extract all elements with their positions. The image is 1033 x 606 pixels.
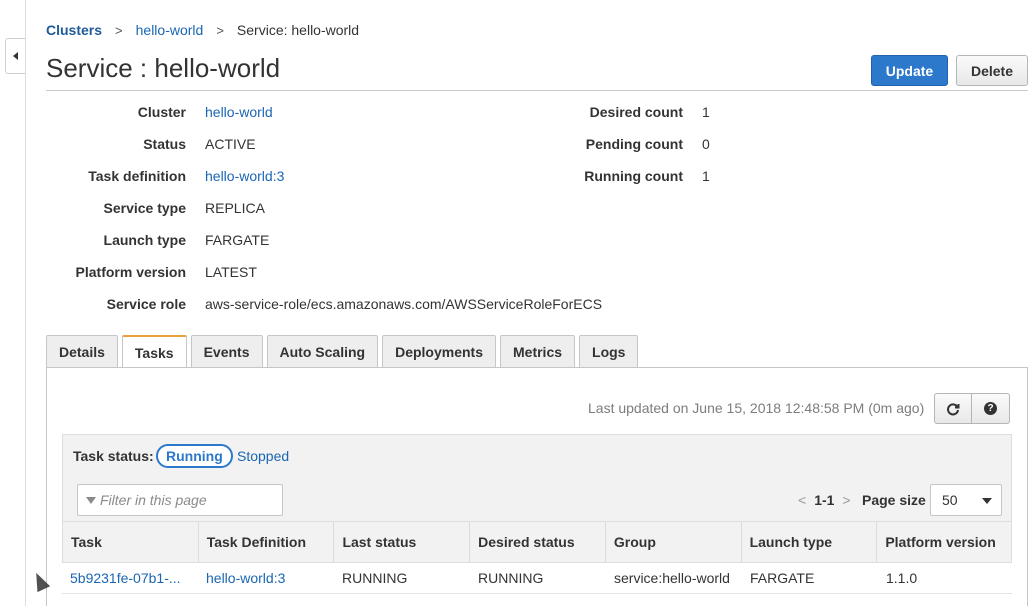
summary-platform-version: Platform version LATEST — [0, 262, 257, 282]
summary-key: Task definition — [88, 168, 186, 184]
filter-placeholder: Filter in this page — [100, 492, 207, 508]
summary-value: 1 — [702, 168, 710, 184]
delete-button[interactable]: Delete — [956, 55, 1028, 86]
column-header-task-definition[interactable]: Task Definition — [199, 522, 335, 562]
tab-details[interactable]: Details — [46, 335, 118, 368]
table-row: 5b9231fe-07b1-... hello-world:3 RUNNING … — [62, 563, 1012, 594]
tab-auto-scaling[interactable]: Auto Scaling — [266, 335, 379, 368]
breadcrumb-separator-icon: > — [115, 22, 123, 38]
summary-service-role: Service role aws-service-role/ecs.amazon… — [0, 294, 602, 314]
tab-tasks[interactable]: Tasks — [121, 335, 187, 369]
collapse-sidebar-button[interactable] — [5, 38, 25, 74]
page-size-value: 50 — [942, 492, 958, 508]
running-filter-pill[interactable]: Running — [156, 444, 233, 468]
column-header-launch-type[interactable]: Launch type — [742, 522, 878, 562]
row-task-definition-link[interactable]: hello-world:3 — [198, 563, 334, 593]
cluster-link[interactable]: hello-world — [205, 104, 273, 120]
filter-input[interactable]: Filter in this page — [77, 484, 283, 516]
page-size-select[interactable]: 50 — [930, 484, 1002, 516]
help-icon: ? — [984, 402, 997, 415]
cell-desired-status: RUNNING — [478, 570, 544, 586]
column-header-platform-version[interactable]: Platform version — [877, 522, 1011, 562]
task-definition-link[interactable]: hello-world:3 — [205, 168, 284, 184]
summary-cluster: Cluster hello-world — [0, 102, 273, 122]
summary-value: REPLICA — [205, 200, 265, 216]
breadcrumb-current: Service: hello-world — [236, 22, 360, 38]
summary-value: 1 — [702, 104, 710, 120]
summary-key: Platform version — [75, 264, 186, 280]
summary-desired-count: Desired count 1 — [543, 102, 710, 122]
title-divider — [46, 90, 1028, 91]
chevron-down-icon — [982, 498, 992, 504]
next-page-icon[interactable]: > — [842, 492, 850, 508]
refresh-button[interactable] — [934, 393, 972, 424]
column-header-last-status[interactable]: Last status — [334, 522, 471, 562]
summary-value: 0 — [702, 136, 710, 152]
summary-key: Service role — [106, 296, 186, 312]
last-updated-text: Last updated on June 15, 2018 12:48:58 P… — [588, 400, 925, 416]
tab-logs[interactable]: Logs — [579, 335, 639, 368]
page-range: 1-1 — [814, 492, 835, 508]
summary-value: FARGATE — [205, 232, 270, 248]
summary-key: Pending count — [585, 136, 683, 152]
tab-bar: Details Tasks Events Auto Scaling Deploy… — [46, 335, 642, 369]
breadcrumb: Clusters > hello-world > Service: hello-… — [46, 22, 359, 38]
tab-events[interactable]: Events — [190, 335, 263, 368]
summary-pending-count: Pending count 0 — [543, 134, 710, 154]
task-status-label: Task status: — [73, 448, 154, 464]
cell-platform-version: 1.1.0 — [886, 570, 918, 586]
column-header-desired-status[interactable]: Desired status — [470, 522, 606, 562]
prev-page-icon[interactable]: < — [798, 492, 806, 508]
filter-icon — [86, 496, 96, 504]
cell-launch-type: FARGATE — [750, 570, 815, 586]
summary-launch-type: Launch type FARGATE — [0, 230, 270, 250]
stopped-filter-link[interactable]: Stopped — [237, 448, 289, 464]
cell-group: service:hello-world — [614, 570, 730, 586]
breadcrumb-clusters-link[interactable]: Clusters — [46, 22, 102, 38]
task-id-link[interactable]: 5b9231fe-07b1-... — [62, 563, 198, 593]
breadcrumb-separator-icon: > — [216, 22, 224, 38]
tasks-table-header: Task Task Definition Last status Desired… — [62, 521, 1012, 563]
help-button[interactable]: ? — [972, 393, 1010, 424]
tab-metrics[interactable]: Metrics — [500, 335, 576, 368]
cell-last-status: RUNNING — [342, 570, 408, 586]
summary-key: Launch type — [103, 232, 186, 248]
tab-deployments[interactable]: Deployments — [382, 335, 496, 368]
column-header-task[interactable]: Task — [63, 522, 199, 562]
summary-key: Cluster — [137, 104, 186, 120]
summary-key: Status — [143, 136, 186, 152]
caret-left-icon — [13, 52, 18, 60]
refresh-icon — [947, 402, 960, 415]
breadcrumb-cluster-link[interactable]: hello-world — [136, 22, 204, 38]
summary-value: aws-service-role/ecs.amazonaws.com/AWSSe… — [205, 296, 603, 312]
page-title: Service : hello-world — [46, 53, 281, 83]
summary-service-type: Service type REPLICA — [0, 198, 265, 218]
summary-key: Running count — [584, 168, 683, 184]
summary-value: ACTIVE — [205, 136, 256, 152]
summary-key: Desired count — [589, 104, 683, 120]
summary-status: Status ACTIVE — [0, 134, 256, 154]
summary-key: Service type — [103, 200, 187, 216]
summary-value: LATEST — [205, 264, 257, 280]
column-header-group[interactable]: Group — [606, 522, 742, 562]
page-size-label: Page size — [862, 492, 926, 508]
pagination: < 1-1 > — [798, 492, 851, 508]
update-button[interactable]: Update — [871, 55, 948, 86]
summary-task-definition: Task definition hello-world:3 — [0, 166, 284, 186]
summary-running-count: Running count 1 — [543, 166, 710, 186]
